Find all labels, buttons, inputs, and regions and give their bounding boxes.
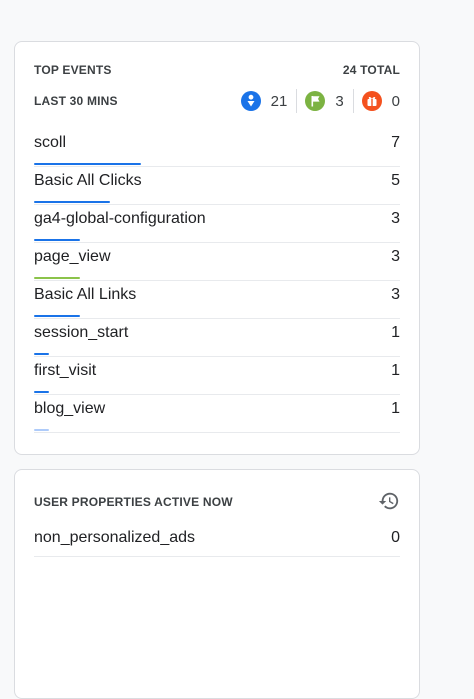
count-users-value: 21 (270, 92, 288, 110)
event-row[interactable]: ga4-global-configuration 3 (34, 205, 400, 243)
event-bar (34, 429, 50, 431)
event-count: 1 (391, 400, 400, 417)
user-properties-header: USER PROPERTIES ACTIVE NOW (34, 491, 400, 513)
event-count: 3 (391, 210, 400, 227)
count-separator (352, 89, 354, 113)
user-properties-card: USER PROPERTIES ACTIVE NOW non_personali… (14, 469, 420, 699)
event-row[interactable]: Basic All Links 3 (34, 281, 400, 319)
top-events-total: 24 TOTAL (342, 63, 400, 77)
event-name: first_visit (34, 362, 97, 379)
person-download-icon (240, 91, 261, 111)
event-row[interactable]: first_visit 1 (34, 357, 400, 395)
history-icon[interactable] (378, 490, 400, 515)
flag-icon (305, 91, 326, 111)
period-row: LAST 30 MINS 21 3 0 (34, 89, 400, 113)
event-name: Basic All Clicks (34, 172, 142, 189)
event-bar (34, 163, 141, 165)
count-gifts-value: 0 (391, 92, 400, 110)
user-properties-title: USER PROPERTIES ACTIVE NOW (34, 495, 233, 509)
event-count: 5 (391, 172, 400, 189)
event-count: 3 (391, 248, 400, 265)
event-bar (34, 277, 80, 279)
count-gifts: 0 (361, 91, 400, 111)
user-property-name: non_personalized_ads (34, 529, 196, 546)
event-counts: 21 3 0 (240, 89, 400, 113)
period-label: LAST 30 MINS (34, 94, 118, 108)
event-bar (34, 353, 50, 355)
event-bar (34, 391, 50, 393)
event-count: 1 (391, 362, 400, 379)
event-name: Basic All Links (34, 286, 137, 303)
user-property-row[interactable]: non_personalized_ads 0 (34, 524, 400, 557)
event-bar (34, 315, 80, 317)
event-count: 7 (391, 134, 400, 151)
event-row[interactable]: blog_view 1 (34, 395, 400, 433)
top-events-header: TOP EVENTS 24 TOTAL (34, 63, 400, 77)
event-bar (34, 239, 80, 241)
user-properties-list: non_personalized_ads 0 (34, 524, 400, 557)
event-name: session_start (34, 324, 129, 341)
gift-icon (361, 91, 382, 111)
top-events-card: TOP EVENTS 24 TOTAL LAST 30 MINS 21 3 0 … (14, 41, 420, 455)
event-row[interactable]: scoll 7 (34, 129, 400, 167)
user-property-value: 0 (391, 529, 400, 546)
event-name: blog_view (34, 400, 106, 417)
count-users: 21 (240, 91, 288, 111)
event-row[interactable]: page_view 3 (34, 243, 400, 281)
event-bar (34, 201, 111, 203)
event-name: scoll (34, 134, 67, 151)
top-events-title: TOP EVENTS (34, 63, 112, 77)
event-name: page_view (34, 248, 111, 265)
count-flags: 3 (305, 91, 344, 111)
event-name: ga4-global-configuration (34, 210, 206, 227)
count-separator (296, 89, 298, 113)
event-row[interactable]: session_start 1 (34, 319, 400, 357)
event-row[interactable]: Basic All Clicks 5 (34, 167, 400, 205)
count-flags-value: 3 (335, 92, 344, 110)
event-count: 3 (391, 286, 400, 303)
event-count: 1 (391, 324, 400, 341)
events-list: scoll 7 Basic All Clicks 5 ga4-global-config… (34, 129, 400, 433)
